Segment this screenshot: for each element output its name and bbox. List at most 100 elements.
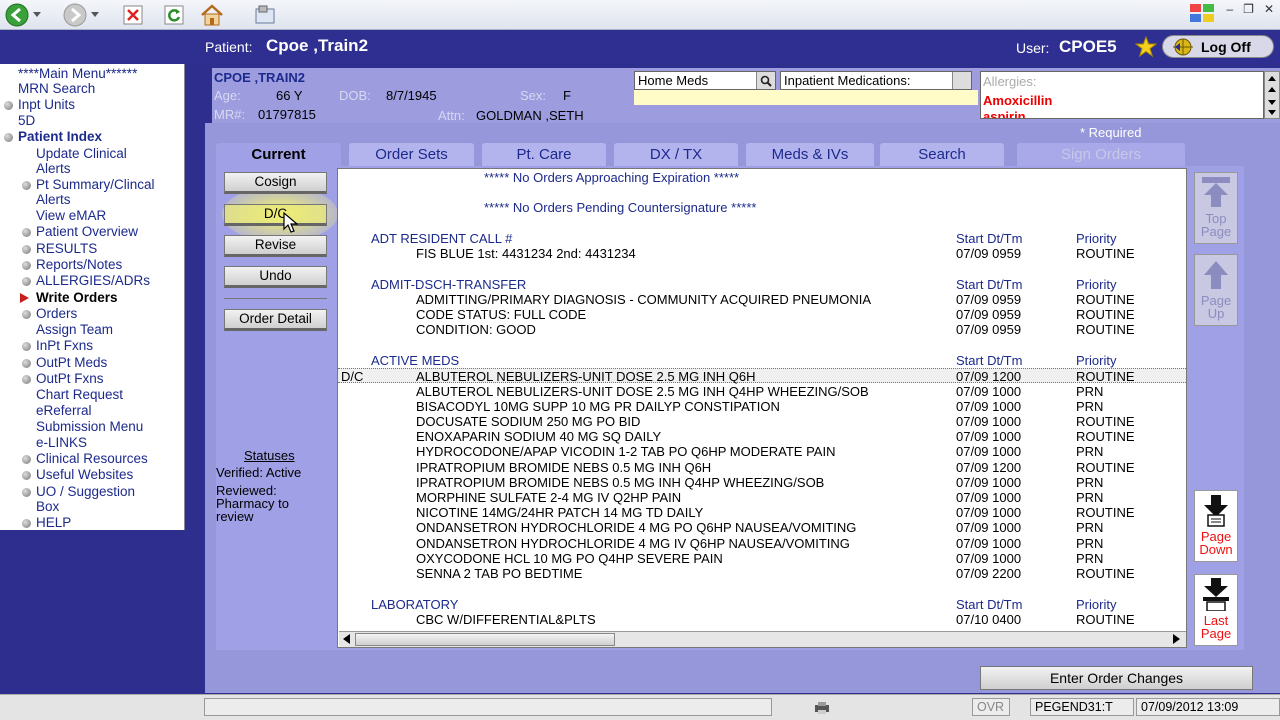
category-header: ADT RESIDENT CALL # Start Dt/Tm Priority bbox=[371, 231, 1117, 246]
age-label: Age: bbox=[214, 88, 241, 103]
top-page-button: Top Page bbox=[1194, 172, 1238, 244]
table-row[interactable]: IPRATROPIUM BROMIDE NEBS 0.5 MG INH Q4HP… bbox=[338, 475, 1186, 490]
cosign-button[interactable]: Cosign bbox=[224, 172, 327, 194]
tab-pt-care[interactable]: Pt. Care bbox=[482, 143, 606, 166]
scroll-up-icon bbox=[1268, 76, 1276, 115]
table-row[interactable]: ADMITTING/PRIMARY DIAGNOSIS - COMMUNITY … bbox=[338, 292, 1186, 307]
patient-label: Patient: bbox=[205, 39, 253, 55]
tab-search[interactable]: Search bbox=[880, 143, 1004, 166]
stop-icon bbox=[123, 5, 143, 25]
table-row[interactable]: SENNA 2 TAB PO BEDTIME 07/09 2200 ROUTIN… bbox=[338, 566, 1186, 581]
bullet-icon bbox=[22, 310, 31, 319]
refresh-icon bbox=[164, 5, 184, 25]
home-meds-dropdown[interactable]: Home Meds bbox=[634, 71, 776, 90]
bullet-icon bbox=[22, 342, 31, 351]
dc-button[interactable]: D/C bbox=[224, 204, 327, 226]
sex-label: Sex: bbox=[520, 88, 547, 103]
bullet-icon bbox=[22, 228, 31, 237]
table-row[interactable]: ONDANSETRON HYDROCHLORIDE 4 MG IV Q6HP N… bbox=[338, 536, 1186, 551]
star-icon[interactable] bbox=[1135, 36, 1157, 58]
bullet-icon bbox=[22, 261, 31, 270]
category-header: LABORATORY Start Dt/Tm Priority bbox=[371, 597, 1117, 612]
back-arrow-icon bbox=[5, 3, 29, 27]
table-row[interactable]: ENOXAPARIN SODIUM 40 MG SQ DAILY 07/09 1… bbox=[338, 429, 1186, 444]
stop-button[interactable] bbox=[120, 2, 146, 28]
table-row[interactable]: NICOTINE 14MG/24HR PATCH 14 MG TD DAILY … bbox=[338, 505, 1186, 520]
undo-button[interactable]: Undo bbox=[224, 266, 327, 288]
page-down-button[interactable]: Page Down bbox=[1194, 490, 1238, 562]
category-header: ACTIVE MEDS Start Dt/Tm Priority bbox=[371, 353, 1117, 368]
category-header: ADMIT-DSCH-TRANSFER Start Dt/Tm Priority bbox=[371, 277, 1117, 292]
table-row[interactable]: IPRATROPIUM BROMIDE NEBS 0.5 MG INH Q6H … bbox=[338, 460, 1186, 475]
current-arrow-icon bbox=[20, 293, 29, 303]
minimize-icon[interactable]: – bbox=[1226, 2, 1233, 24]
patient-name-link[interactable]: CPOE ,TRAIN2 bbox=[214, 70, 305, 85]
status-message bbox=[204, 698, 772, 716]
scrollbar-thumb[interactable] bbox=[355, 633, 615, 646]
allergies-scrollbar[interactable] bbox=[1264, 71, 1280, 119]
table-row-selected[interactable]: D/C ALBUTEROL NEBULIZERS-UNIT DOSE 2.5 M… bbox=[338, 368, 1186, 384]
table-row[interactable]: OXYCODONE HCL 10 MG PO Q4HP SEVERE PAIN … bbox=[338, 551, 1186, 566]
bullet-icon bbox=[4, 101, 13, 110]
mr-value: 01797815 bbox=[258, 107, 316, 122]
table-row[interactable]: HYDROCODONE/APAP VICODIN 1-2 TAB PO Q6HP… bbox=[338, 444, 1186, 459]
scroll-left-icon[interactable] bbox=[343, 634, 350, 644]
status-datetime: 07/09/2012 13:09 bbox=[1136, 698, 1280, 716]
table-row[interactable]: ONDANSETRON HYDROCHLORIDE 4 MG PO Q6HP N… bbox=[338, 520, 1186, 535]
attn-value: GOLDMAN ,SETH bbox=[476, 108, 584, 123]
status-verified: Verified: Active bbox=[216, 465, 302, 480]
table-row[interactable]: CBC W/DIFFERENTIAL&PLTS 07/10 0400 ROUTI… bbox=[338, 612, 1186, 627]
table-row[interactable]: BISACODYL 10MG SUPP 10 MG PR DAILYP CONS… bbox=[338, 399, 1186, 414]
browser-toolbar: – ❐ ✕ bbox=[0, 0, 1280, 30]
printer-icon bbox=[815, 702, 829, 714]
forward-history-dropdown[interactable] bbox=[88, 2, 102, 28]
tab-order-sets[interactable]: Order Sets bbox=[349, 143, 474, 166]
bullet-icon bbox=[22, 375, 31, 384]
bullet-icon bbox=[22, 359, 31, 368]
refresh-button[interactable] bbox=[161, 2, 187, 28]
globe-arrow-icon bbox=[1173, 38, 1193, 55]
back-history-dropdown[interactable] bbox=[30, 2, 44, 28]
enter-order-changes-button[interactable]: Enter Order Changes bbox=[980, 666, 1253, 690]
table-row[interactable]: CONDITION: GOOD 07/09 0959 ROUTINE bbox=[338, 322, 1186, 337]
home-meds-search-button[interactable] bbox=[756, 72, 775, 89]
table-row[interactable]: DOCUSATE SODIUM 250 MG PO BID 07/09 1000… bbox=[338, 414, 1186, 429]
age-value: 66 Y bbox=[276, 88, 303, 103]
forward-button[interactable] bbox=[62, 2, 88, 28]
log-off-button[interactable]: Log Off bbox=[1162, 35, 1274, 58]
tab-meds-ivs[interactable]: Meds & IVs bbox=[746, 143, 874, 166]
order-detail-button[interactable]: Order Detail bbox=[224, 309, 327, 331]
table-row[interactable]: FIS BLUE 1st: 4431234 2nd: 4431234 07/09… bbox=[338, 246, 1186, 261]
home-button[interactable] bbox=[199, 2, 225, 28]
attn-label: Attn: bbox=[438, 108, 465, 123]
bullet-icon bbox=[22, 277, 31, 286]
allergies-box[interactable]: Allergies: Amoxicillin aspirin bbox=[980, 71, 1264, 119]
tab-dx-tx[interactable]: DX / TX bbox=[614, 143, 738, 166]
top-page-icon bbox=[1202, 177, 1230, 207]
mr-label: MR#: bbox=[214, 107, 246, 122]
required-note: * Required bbox=[1080, 125, 1142, 140]
notice-expiration: ***** No Orders Approaching Expiration *… bbox=[484, 170, 740, 185]
bullet-icon bbox=[22, 455, 31, 464]
table-row[interactable]: MORPHINE SULFATE 2-4 MG IV Q2HP PAIN 07/… bbox=[338, 490, 1186, 505]
last-page-button[interactable]: Last Page bbox=[1194, 574, 1238, 646]
tab-current[interactable]: Current bbox=[216, 143, 341, 166]
statuses-title: Statuses bbox=[244, 448, 295, 463]
device-name: PEGEND31:T bbox=[1030, 698, 1134, 716]
inpatient-meds-dropdown[interactable]: Inpatient Medications: bbox=[780, 71, 972, 90]
dc-flag: D/C bbox=[341, 369, 364, 384]
restore-icon[interactable]: ❐ bbox=[1243, 2, 1254, 24]
scroll-right-icon[interactable] bbox=[1173, 634, 1180, 644]
bullet-icon bbox=[4, 133, 13, 142]
mouse-cursor-icon bbox=[283, 212, 299, 233]
bullet-icon bbox=[22, 488, 31, 497]
tools-button[interactable] bbox=[252, 2, 278, 28]
orders-list[interactable]: ***** No Orders Approaching Expiration *… bbox=[337, 168, 1187, 648]
table-row[interactable]: ALBUTEROL NEBULIZERS-UNIT DOSE 2.5 MG IN… bbox=[338, 384, 1186, 399]
inpatient-meds-dropdown-button[interactable] bbox=[952, 72, 971, 89]
close-icon[interactable]: ✕ bbox=[1264, 2, 1274, 24]
table-row[interactable]: CODE STATUS: FULL CODE 07/09 0959 ROUTIN… bbox=[338, 307, 1186, 322]
revise-button[interactable]: Revise bbox=[224, 235, 327, 257]
back-button[interactable] bbox=[4, 2, 30, 28]
horizontal-scrollbar[interactable] bbox=[339, 631, 1186, 647]
